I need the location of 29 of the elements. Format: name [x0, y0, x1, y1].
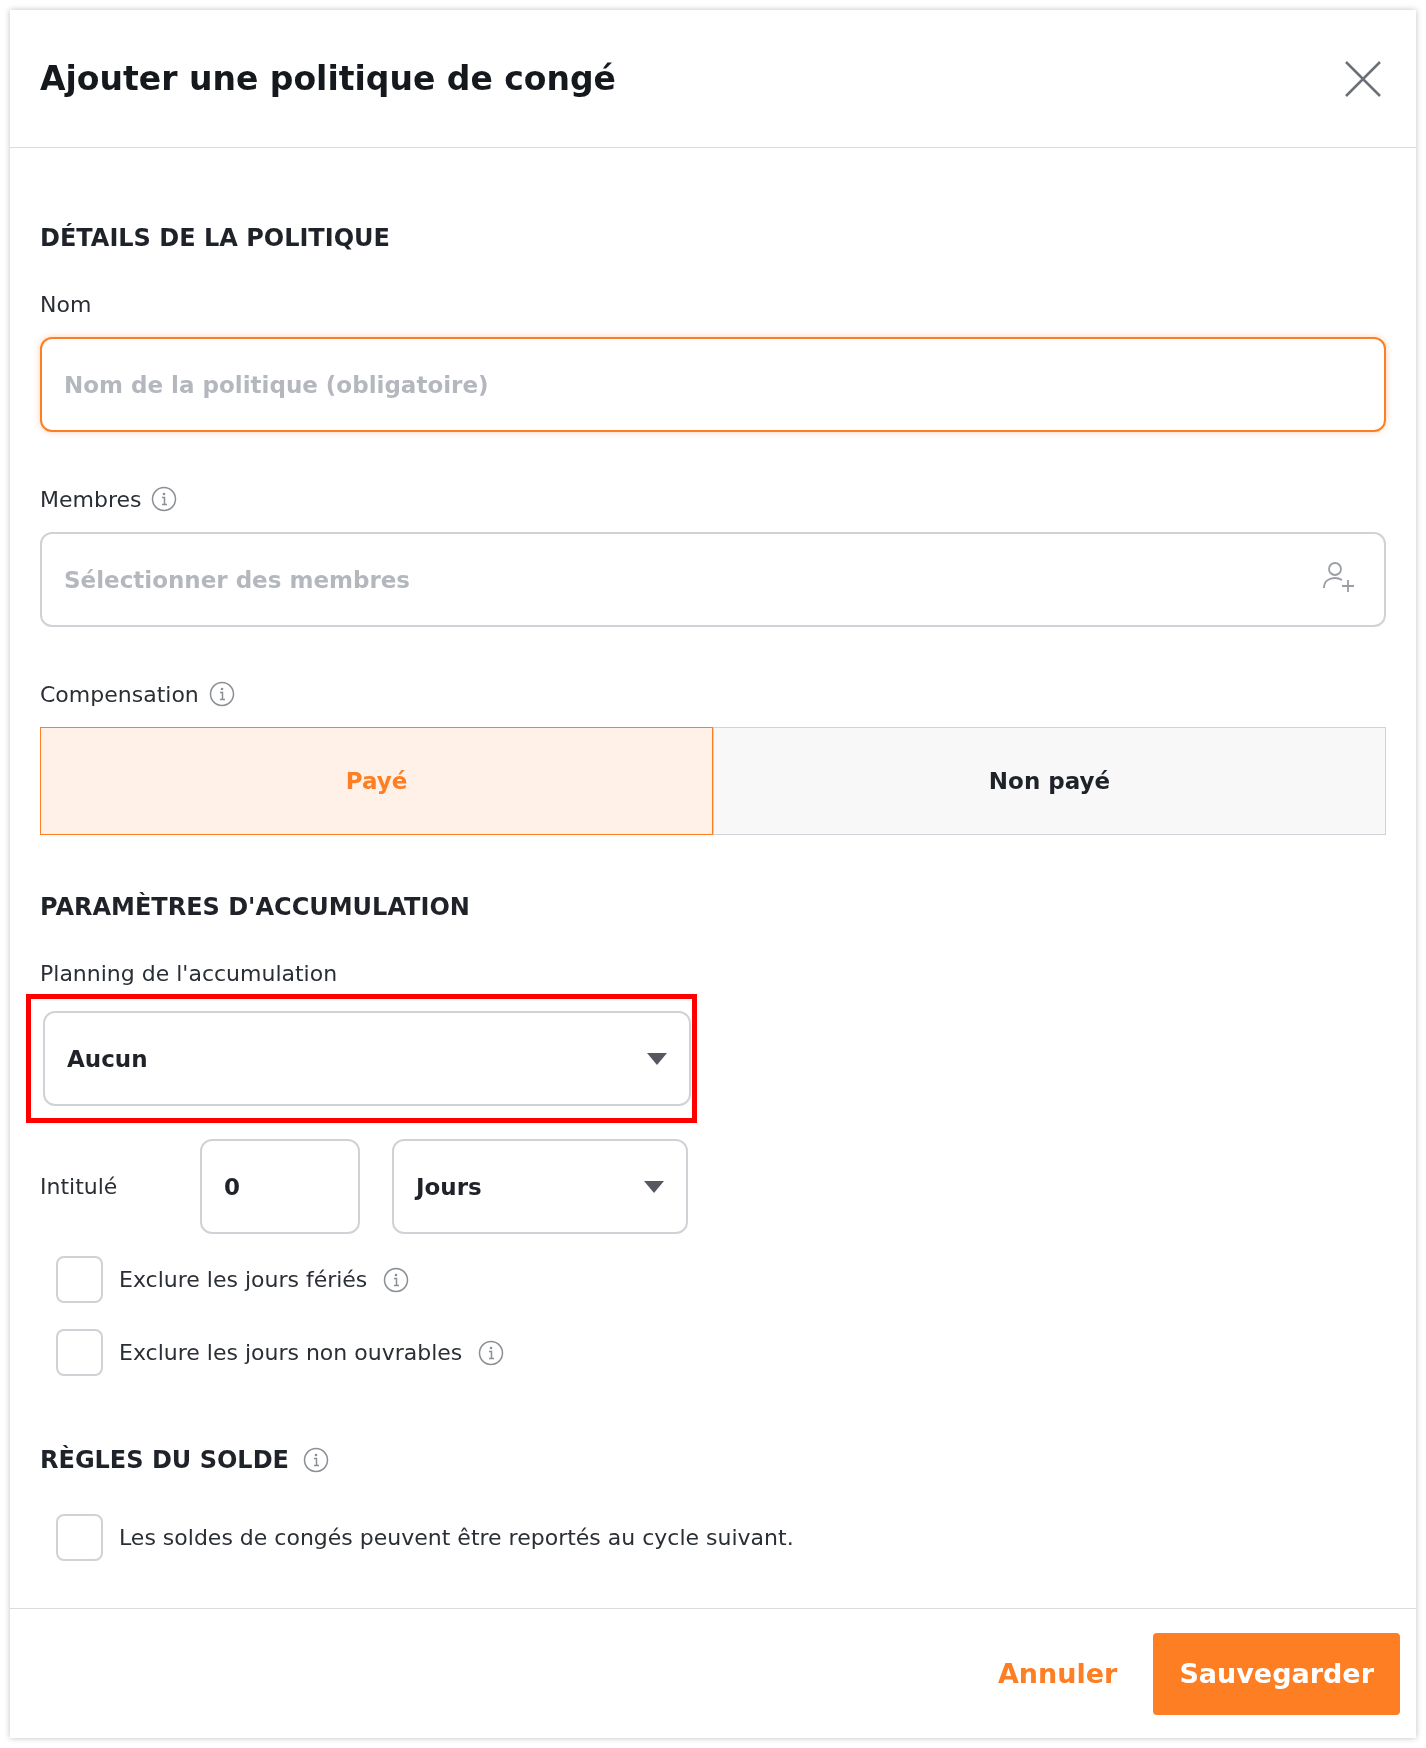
info-icon[interactable]	[208, 681, 235, 707]
field-label: Compensation	[40, 681, 199, 707]
checkbox[interactable]	[56, 1514, 103, 1561]
section-title: DÉTAILS DE LA POLITIQUE	[40, 224, 390, 252]
info-icon[interactable]	[151, 486, 178, 512]
dialog-title: Ajouter une politique de congé	[40, 59, 616, 98]
unit-select[interactable]: Jours	[392, 1139, 688, 1234]
field-label: Nom	[40, 292, 92, 317]
field-label: Planning de l'accumulation	[40, 961, 338, 986]
caret-icon	[647, 1052, 667, 1065]
section-title: RÈGLES DU SOLDE	[40, 1446, 289, 1474]
checkbox-label: Exclure les jours non ouvrables	[119, 1340, 463, 1365]
caret-icon	[644, 1180, 664, 1193]
info-icon[interactable]	[478, 1339, 505, 1366]
members-select-field[interactable]: Sélectionner des membres	[40, 532, 1386, 627]
amount-input-field[interactable]: 0	[200, 1139, 360, 1234]
checkbox-label: Exclure les jours fériés	[119, 1267, 368, 1292]
field-label: Membres	[40, 486, 142, 512]
add-user-icon[interactable]	[1322, 560, 1356, 594]
field-label: Intitulé	[40, 1174, 119, 1199]
name-input-field[interactable]: Nom de la politique (obligatoire)	[40, 337, 1386, 432]
checkbox[interactable]	[56, 1256, 103, 1303]
section-title: PARAMÈTRES D'ACCUMULATION	[40, 893, 470, 921]
info-icon[interactable]	[383, 1266, 410, 1293]
info-icon[interactable]	[302, 1447, 329, 1473]
schedule-select[interactable]: Aucun	[43, 1011, 691, 1106]
compensation-option[interactable]: Non payé	[713, 727, 1386, 835]
checkbox-label: Les soldes de congés peuvent être reportés au cycle suivant.	[119, 1525, 794, 1550]
checkbox[interactable]	[56, 1329, 103, 1376]
